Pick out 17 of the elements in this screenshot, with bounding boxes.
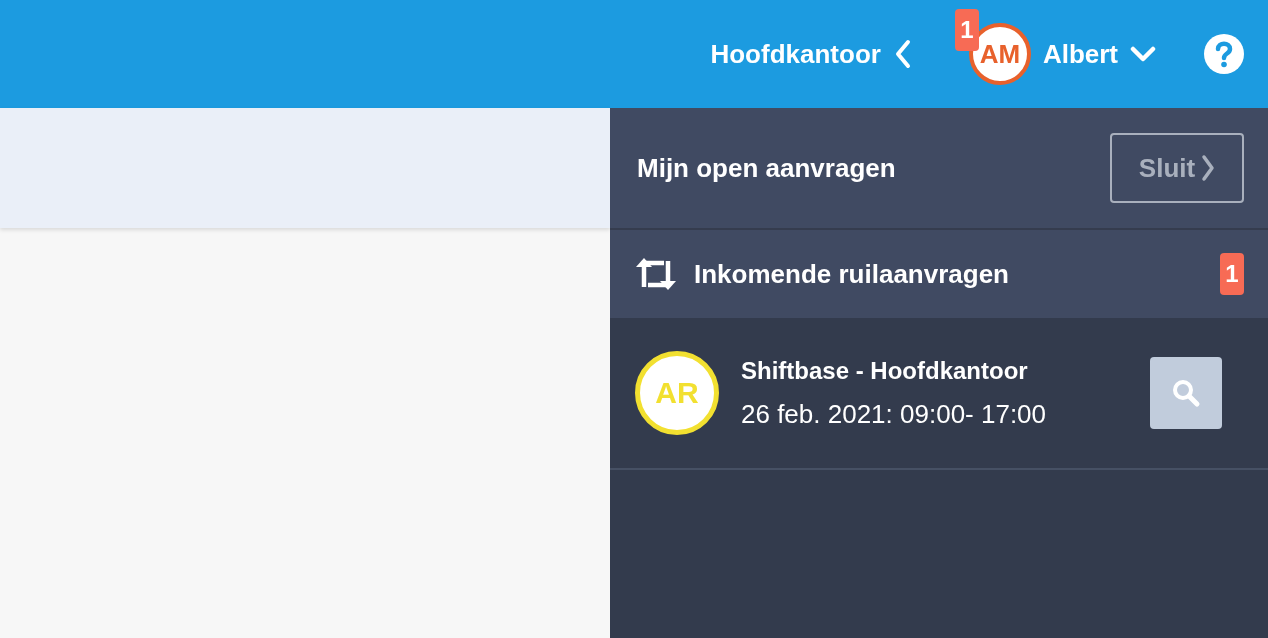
request-title: Shiftbase - Hoofdkantoor: [741, 356, 1029, 385]
count-badge: 1: [1220, 253, 1244, 295]
chevron-left-icon[interactable]: [894, 39, 911, 69]
location-name[interactable]: Hoofdkantoor: [710, 38, 881, 70]
panel-title: Mijn open aanvragen: [637, 152, 896, 184]
section-title[interactable]: Inkomende ruilaanvragen: [694, 258, 1202, 290]
request-time: 26 feb. 2021: 09:00- 17:00: [741, 398, 1048, 430]
notification-badge: 1: [954, 9, 979, 51]
close-button[interactable]: Sluit: [1110, 133, 1244, 203]
requester-avatar: AR: [635, 351, 719, 435]
chevron-down-icon[interactable]: [1130, 46, 1156, 62]
user-name[interactable]: Albert: [1042, 38, 1118, 70]
help-icon[interactable]: [1204, 34, 1244, 74]
search-icon: [1171, 378, 1201, 408]
swap-icon: [636, 257, 676, 291]
search-button[interactable]: [1150, 357, 1222, 429]
chevron-right-icon: [1201, 154, 1216, 182]
